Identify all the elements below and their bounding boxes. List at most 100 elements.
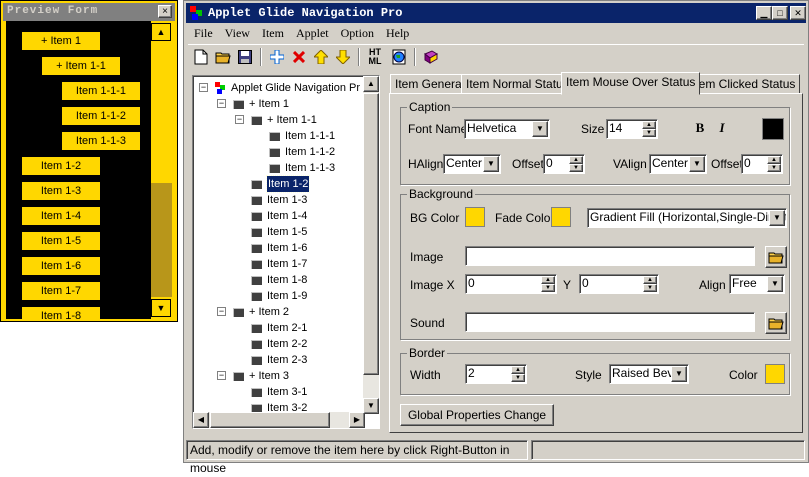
image-browse-folder-icon[interactable] <box>765 246 787 268</box>
spin-up-icon[interactable]: ▲ <box>767 156 781 164</box>
spin-down-icon[interactable]: ▼ <box>643 284 657 292</box>
preview-menu-item[interactable]: Item 1-7 <box>21 281 101 301</box>
tree-vertical-scrollbar[interactable]: ▲ ▼ <box>363 76 379 414</box>
save-icon[interactable] <box>234 47 256 67</box>
collapse-toggle-icon[interactable]: − <box>235 115 244 124</box>
preview-menu-item[interactable]: Item 1-1-3 <box>61 131 141 151</box>
preview-titlebar[interactable]: Preview Form × <box>3 3 175 21</box>
preview-menu-item[interactable]: Item 1-2 <box>21 156 101 176</box>
spin-down-icon[interactable]: ▼ <box>569 164 583 172</box>
align-select[interactable]: Free ▼ <box>729 274 785 294</box>
tree-node[interactable]: − + Item 1-1 <box>193 112 365 128</box>
tree-node[interactable]: Item 1-4 <box>193 208 365 224</box>
collapse-toggle-icon[interactable]: − <box>217 307 226 316</box>
spin-down-icon[interactable]: ▼ <box>541 284 555 292</box>
font-name-select[interactable]: Helvetica ▼ <box>464 119 550 139</box>
v-offset-spinner[interactable]: 0 ▲ ▼ <box>741 154 783 174</box>
collapse-toggle-icon[interactable]: − <box>217 99 226 108</box>
tree-node[interactable]: Item 1-2 <box>193 175 365 193</box>
preview-menu-item[interactable]: Item 1-8 <box>21 306 101 319</box>
preview-menu-item[interactable]: + Item 1-1 <box>41 56 121 76</box>
menu-applet[interactable]: Applet <box>290 24 335 43</box>
tree-node-label[interactable]: Item 1-1-3 <box>285 160 335 176</box>
preview-menu-item[interactable]: Item 1-4 <box>21 206 101 226</box>
scroll-down-icon[interactable]: ▼ <box>151 299 171 317</box>
help-book-icon[interactable] <box>420 47 442 67</box>
html-export-icon[interactable]: HT ML <box>364 47 386 67</box>
collapse-toggle-icon[interactable]: − <box>217 371 226 380</box>
font-size-spinner[interactable]: 14 ▲ ▼ <box>606 119 658 139</box>
globe-preview-icon[interactable] <box>388 47 410 67</box>
tree-node-label[interactable]: Item 1-6 <box>267 240 307 256</box>
spin-down-icon[interactable]: ▼ <box>767 164 781 172</box>
chevron-down-icon[interactable]: ▼ <box>532 121 548 137</box>
scroll-up-icon[interactable]: ▲ <box>151 23 171 41</box>
tree-node-label[interactable]: Item 2-1 <box>267 320 307 336</box>
open-folder-icon[interactable] <box>212 47 234 67</box>
tab-item-general[interactable]: Item General <box>390 74 470 94</box>
tree-node-label[interactable]: Item 1-3 <box>267 192 307 208</box>
caption-color-swatch[interactable] <box>762 118 784 140</box>
tree-node[interactable]: − + Item 3 <box>193 368 365 384</box>
tree-node-label[interactable]: Item 1-8 <box>267 272 307 288</box>
global-properties-change-button[interactable]: Global Properties Change <box>400 404 554 426</box>
image-y-spinner[interactable]: 0 ▲ ▼ <box>579 274 659 294</box>
tree-node[interactable]: Item 1-7 <box>193 256 365 272</box>
tab-item-clicked-status[interactable]: Item Clicked Status <box>687 74 801 94</box>
close-icon[interactable]: × <box>162 6 168 17</box>
spin-down-icon[interactable]: ▼ <box>642 129 656 137</box>
preview-scrollbar[interactable]: ▲ ▼ <box>151 23 173 319</box>
tree-horizontal-scrollbar[interactable]: ◀ ▶ <box>193 412 365 428</box>
menu-view[interactable]: View <box>219 24 256 43</box>
preview-menu-item[interactable]: Item 1-3 <box>21 181 101 201</box>
tree-node[interactable]: Item 1-1-3 <box>193 160 365 176</box>
italic-button[interactable]: I <box>711 118 733 140</box>
preview-menu-item[interactable]: Item 1-1-1 <box>61 81 141 101</box>
fill-mode-select[interactable]: Gradient Fill (Horizontal,Single-Directi… <box>587 208 787 228</box>
tree-node-label[interactable]: + Item 1-1 <box>267 112 317 128</box>
border-style-select[interactable]: Raised Bev ▼ <box>609 364 689 384</box>
add-item-icon[interactable] <box>266 47 288 67</box>
tree-node-label[interactable]: Item 2-3 <box>267 352 307 368</box>
tree-node[interactable]: − + Item 1 <box>193 96 365 112</box>
tree-node[interactable]: Item 1-6 <box>193 240 365 256</box>
tree-node[interactable]: Item 1-1-2 <box>193 144 365 160</box>
sound-browse-folder-icon[interactable] <box>765 312 787 334</box>
halign-select[interactable]: Center ▼ <box>443 154 501 174</box>
tab-item-mouse-over-status[interactable]: Item Mouse Over Status <box>561 72 701 95</box>
preview-scroll-track[interactable] <box>151 183 172 297</box>
scroll-up-icon[interactable]: ▲ <box>363 76 379 92</box>
tree-node-label[interactable]: + Item 2 <box>249 304 289 320</box>
border-width-spinner[interactable]: 2 ▲ ▼ <box>465 364 527 384</box>
chevron-down-icon[interactable]: ▼ <box>671 366 687 382</box>
tree-node-label[interactable]: Item 1-1-2 <box>285 144 335 160</box>
scroll-down-icon[interactable]: ▼ <box>363 398 379 414</box>
spin-up-icon[interactable]: ▲ <box>569 156 583 164</box>
spin-up-icon[interactable]: ▲ <box>511 366 525 374</box>
chevron-down-icon[interactable]: ▼ <box>483 156 499 172</box>
close-window-icon[interactable]: ✕ <box>790 6 806 20</box>
tree-node-label[interactable]: Item 1-5 <box>267 224 307 240</box>
menu-help[interactable]: Help <box>380 24 415 43</box>
menu-file[interactable]: File <box>188 24 219 43</box>
tree-node[interactable]: Item 1-5 <box>193 224 365 240</box>
tree-node[interactable]: Item 2-2 <box>193 336 365 352</box>
chevron-down-icon[interactable]: ▼ <box>767 276 783 292</box>
tab-item-normal-status[interactable]: Item Normal Status <box>461 74 574 94</box>
tree-node[interactable]: − + Item 2 <box>193 304 365 320</box>
preview-close-button[interactable]: × <box>158 5 172 18</box>
tree-root-node[interactable]: − Applet Glide Navigation Pr <box>193 80 365 96</box>
preview-menu-item[interactable]: Item 1-6 <box>21 256 101 276</box>
spin-up-icon[interactable]: ▲ <box>541 276 555 284</box>
scroll-right-icon[interactable]: ▶ <box>349 412 365 428</box>
tree-node-label[interactable]: Item 1-9 <box>267 288 307 304</box>
tree-node-label[interactable]: Item 1-2 <box>265 175 311 193</box>
menu-option[interactable]: Option <box>335 24 380 43</box>
preview-menu-item[interactable]: + Item 1 <box>21 31 101 51</box>
preview-menu-item[interactable]: Item 1-1-2 <box>61 106 141 126</box>
border-color-swatch[interactable] <box>765 364 785 384</box>
image-path-input[interactable] <box>465 246 755 266</box>
tree-node-label[interactable]: + Item 1 <box>249 96 289 112</box>
spin-up-icon[interactable]: ▲ <box>643 276 657 284</box>
tree-scroll-thumb[interactable] <box>363 93 379 375</box>
